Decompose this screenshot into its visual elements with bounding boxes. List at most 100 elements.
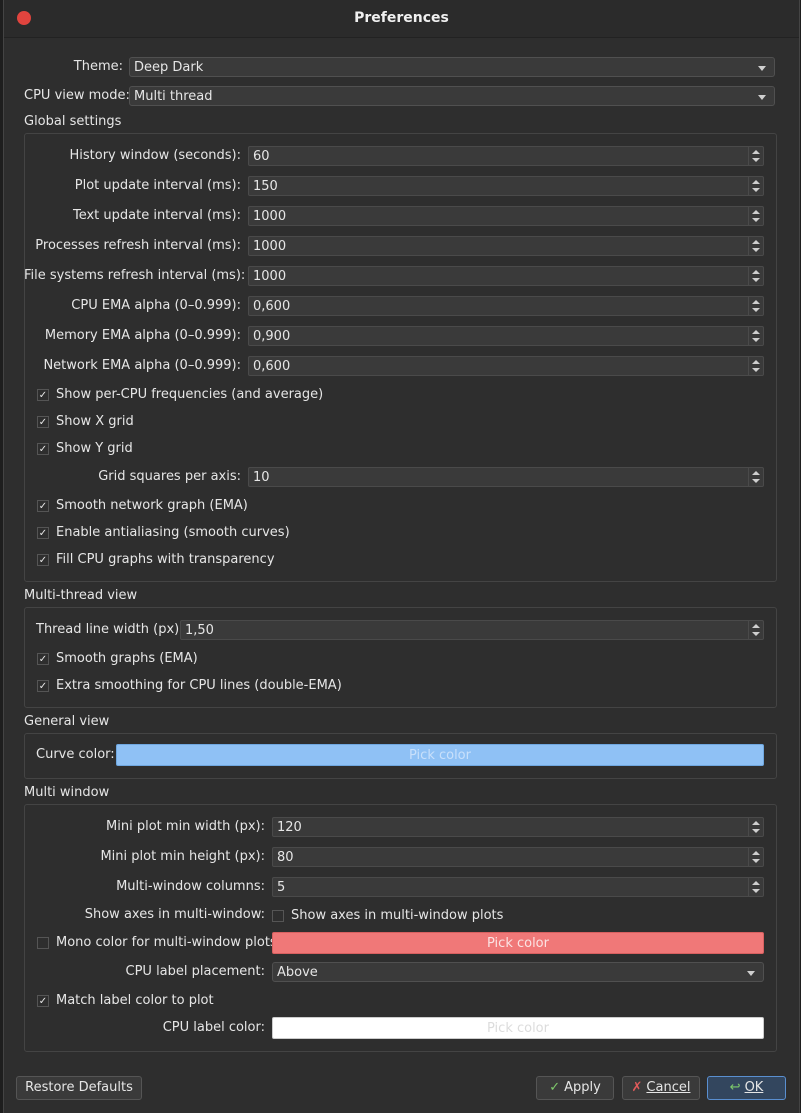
- plot-update-spinbox[interactable]: 150: [248, 176, 764, 196]
- processes-refresh-spinbox[interactable]: 1000: [248, 236, 764, 256]
- spin-buttons[interactable]: [748, 177, 763, 195]
- columns-spinbox[interactable]: 5: [272, 877, 764, 897]
- checkmark-icon: ✓: [37, 653, 49, 665]
- spin-buttons[interactable]: [748, 621, 763, 639]
- columns-label: Multi-window columns:: [116, 879, 265, 894]
- ok-button[interactable]: ↩ OK: [707, 1076, 786, 1100]
- mono-color-button[interactable]: Pick color: [272, 932, 764, 954]
- checkmark-icon: ✓: [37, 554, 49, 566]
- spin-buttons[interactable]: [748, 297, 763, 315]
- processes-refresh-value: 1000: [253, 239, 287, 254]
- spin-up-icon: [752, 821, 760, 825]
- apply-button[interactable]: ✓ Apply: [536, 1076, 614, 1100]
- checkmark-icon: ✓: [37, 500, 49, 512]
- network-ema-label: Network EMA alpha (0–0.999):: [43, 358, 241, 373]
- ok-label: OK: [744, 1080, 764, 1095]
- line-width-label: Thread line width (px):: [36, 622, 184, 637]
- text-update-value: 1000: [253, 209, 287, 224]
- label-placement-combo[interactable]: Above: [272, 962, 764, 982]
- min-width-value: 120: [277, 820, 302, 835]
- history-window-spinbox[interactable]: 60: [248, 146, 764, 166]
- show-axes-checkbox-label: Show axes in multi-window plots: [291, 908, 504, 923]
- fs-refresh-spinbox[interactable]: 1000: [248, 266, 764, 286]
- spin-buttons[interactable]: [748, 878, 763, 896]
- grid-squares-spinbox[interactable]: 10: [248, 467, 764, 487]
- checkmark-icon: ✓: [37, 527, 49, 539]
- multithread-title: Multi-thread view: [24, 588, 138, 603]
- spin-down-icon: [752, 308, 760, 312]
- spin-up-icon: [752, 851, 760, 855]
- spin-buttons[interactable]: [748, 327, 763, 345]
- antialiasing-label: Enable antialiasing (smooth curves): [56, 525, 290, 540]
- spin-down-icon: [752, 829, 760, 833]
- spin-up-icon: [752, 471, 760, 475]
- smooth-graphs-label: Smooth graphs (EMA): [56, 651, 198, 666]
- spin-up-icon: [752, 360, 760, 364]
- line-width-value: 1,50: [185, 623, 214, 638]
- cancel-x-icon: ✗: [631, 1080, 643, 1095]
- label-color-label: CPU label color:: [162, 1020, 265, 1035]
- spin-buttons[interactable]: [748, 848, 763, 866]
- label-placement-label: CPU label placement:: [125, 964, 266, 979]
- grid-squares-label: Grid squares per axis:: [98, 469, 241, 484]
- preferences-window: Preferences Theme: Deep Dark CPU view mo…: [3, 0, 800, 1113]
- min-height-spinbox[interactable]: 80: [272, 847, 764, 867]
- ok-icon: ↩: [729, 1080, 741, 1095]
- memory-ema-spinbox[interactable]: 0,900: [248, 326, 764, 346]
- checkmark-icon: ✓: [37, 443, 49, 455]
- spin-buttons[interactable]: [748, 818, 763, 836]
- spin-buttons[interactable]: [748, 147, 763, 165]
- spin-down-icon: [752, 278, 760, 282]
- chevron-down-icon: [758, 66, 766, 71]
- spin-up-icon: [752, 180, 760, 184]
- title-bar: Preferences: [4, 0, 799, 38]
- cpu-view-mode-value: Multi thread: [134, 89, 213, 104]
- cpu-ema-value: 0,600: [253, 299, 291, 314]
- spin-up-icon: [752, 881, 760, 885]
- label-color-button[interactable]: Pick color: [272, 1017, 764, 1039]
- spin-buttons[interactable]: [748, 267, 763, 285]
- curve-color-button[interactable]: Pick color: [116, 744, 764, 766]
- theme-label: Theme:: [73, 59, 123, 74]
- show-y-grid-label: Show Y grid: [56, 441, 133, 456]
- spin-down-icon: [752, 188, 760, 192]
- theme-combo[interactable]: Deep Dark: [129, 57, 775, 77]
- multi-window-title: Multi window: [24, 785, 110, 800]
- chevron-down-icon: [758, 95, 766, 100]
- fs-refresh-value: 1000: [253, 269, 287, 284]
- spin-buttons[interactable]: [748, 357, 763, 375]
- checkmark-icon: ✓: [37, 680, 49, 692]
- spin-up-icon: [752, 270, 760, 274]
- spin-buttons[interactable]: [748, 207, 763, 225]
- cpu-ema-spinbox[interactable]: 0,600: [248, 296, 764, 316]
- cpu-view-mode-label: CPU view mode:: [24, 88, 130, 103]
- history-window-label: History window (seconds):: [69, 148, 242, 163]
- plot-update-label: Plot update interval (ms):: [74, 178, 241, 193]
- mono-color-label: Mono color for multi-window plots: [56, 935, 277, 950]
- cancel-button[interactable]: ✗ Cancel: [622, 1076, 700, 1100]
- text-update-label: Text update interval (ms):: [72, 208, 241, 223]
- show-per-cpu-label: Show per-CPU frequencies (and average): [56, 387, 324, 402]
- checkbox-box: [272, 910, 284, 922]
- window-title: Preferences: [354, 10, 449, 26]
- cpu-ema-label: CPU EMA alpha (0–0.999):: [71, 298, 241, 313]
- spin-down-icon: [752, 632, 760, 636]
- spin-up-icon: [752, 210, 760, 214]
- min-height-value: 80: [277, 850, 294, 865]
- processes-refresh-label: Processes refresh interval (ms):: [35, 238, 241, 253]
- min-height-label: Mini plot min height (px):: [100, 849, 265, 864]
- curve-color-label: Curve color:: [36, 747, 115, 762]
- spin-buttons[interactable]: [748, 237, 763, 255]
- cpu-view-mode-combo[interactable]: Multi thread: [129, 86, 775, 106]
- restore-defaults-button[interactable]: Restore Defaults: [16, 1076, 142, 1100]
- spin-down-icon: [752, 218, 760, 222]
- spin-buttons[interactable]: [748, 468, 763, 486]
- smooth-network-label: Smooth network graph (EMA): [56, 498, 248, 513]
- check-icon: ✓: [549, 1080, 561, 1095]
- line-width-spinbox[interactable]: 1,50: [180, 620, 764, 640]
- min-width-spinbox[interactable]: 120: [272, 817, 764, 837]
- network-ema-spinbox[interactable]: 0,600: [248, 356, 764, 376]
- text-update-spinbox[interactable]: 1000: [248, 206, 764, 226]
- cancel-label: Cancel: [646, 1080, 691, 1095]
- network-ema-value: 0,600: [253, 359, 291, 374]
